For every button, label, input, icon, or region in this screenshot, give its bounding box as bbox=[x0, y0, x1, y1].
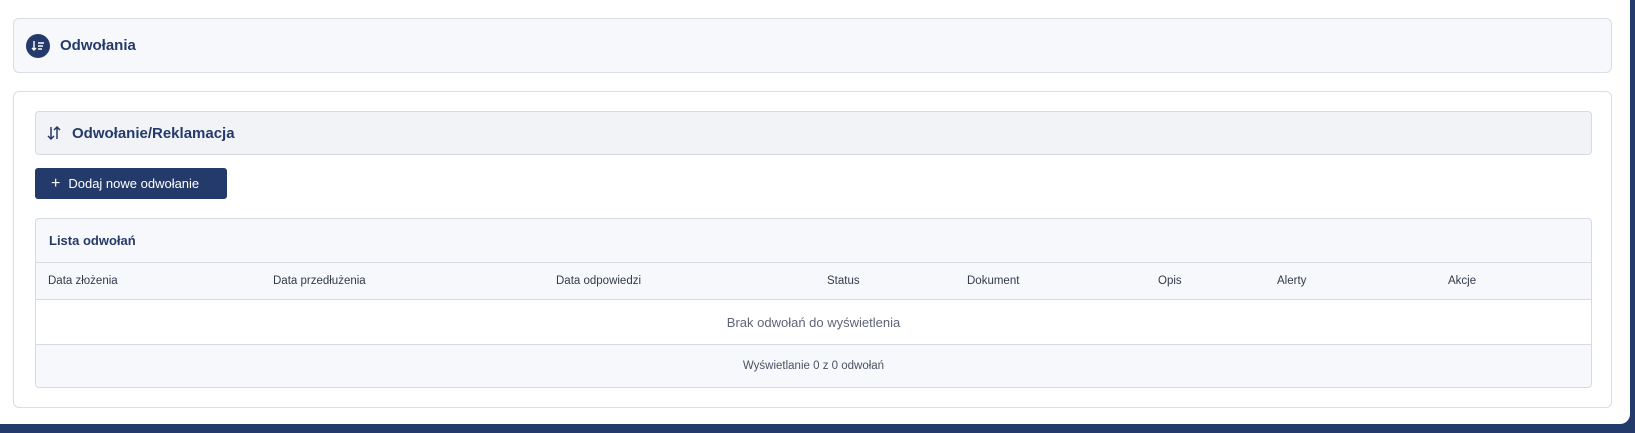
column-header-filing-date[interactable]: Data złożenia bbox=[48, 275, 118, 287]
column-header-alerts[interactable]: Alerty bbox=[1277, 275, 1306, 287]
table-footer-count: Wyświetlanie 0 z 0 odwołań bbox=[742, 360, 885, 372]
column-header-status[interactable]: Status bbox=[827, 275, 860, 287]
column-header-document[interactable]: Dokument bbox=[967, 275, 1019, 287]
page-title: Odwołania bbox=[60, 37, 136, 54]
column-header-actions[interactable]: Akcje bbox=[1448, 275, 1476, 287]
sort-list-icon bbox=[26, 33, 50, 58]
appeals-card: Odwołanie/Reklamacja + Dodaj nowe odwoła… bbox=[13, 91, 1612, 408]
page-frame: Odwołania Odwołanie/Reklamacja + Dodaj n… bbox=[0, 0, 1630, 424]
add-appeal-button[interactable]: + Dodaj nowe odwołanie bbox=[35, 168, 227, 199]
empty-state-message: Brak odwołań do wyświetlenia bbox=[36, 300, 1591, 345]
column-header-response-date[interactable]: Data odpowiedzi bbox=[556, 275, 641, 287]
section-title: Odwołanie/Reklamacja bbox=[72, 124, 235, 142]
table-header: Data złożenia Data przedłużenia Data odp… bbox=[36, 263, 1591, 300]
page-header: Odwołania bbox=[13, 18, 1612, 73]
sort-arrows-icon bbox=[46, 125, 62, 141]
section-header: Odwołanie/Reklamacja bbox=[35, 111, 1592, 155]
column-header-description[interactable]: Opis bbox=[1158, 275, 1182, 287]
list-title: Lista odwołań bbox=[36, 219, 1591, 263]
add-appeal-button-label: Dodaj nowe odwołanie bbox=[68, 176, 200, 191]
column-header-extension-date[interactable]: Data przedłużenia bbox=[273, 275, 366, 287]
plus-icon: + bbox=[51, 174, 61, 192]
appeals-list: Lista odwołań Data złożenia Data przedłu… bbox=[35, 218, 1592, 388]
